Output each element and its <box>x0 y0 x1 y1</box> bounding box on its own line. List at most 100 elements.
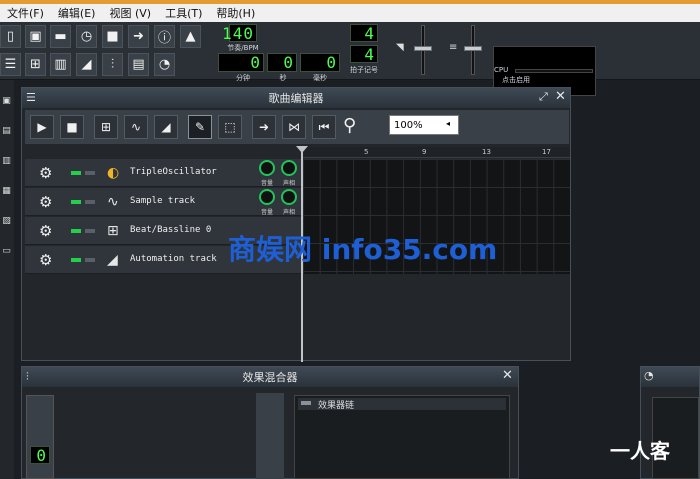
computer-icon[interactable]: ▭ <box>0 244 13 258</box>
info-button[interactable]: ⓘ <box>154 25 175 48</box>
time-signature-denominator[interactable]: 4 <box>350 45 378 64</box>
effects-chain-panel: 效果器链 <box>294 395 510 479</box>
solo-toggle[interactable] <box>85 258 95 262</box>
samples-icon[interactable]: ▥ <box>0 154 13 168</box>
close-icon[interactable]: ✕ <box>502 368 513 383</box>
waveform-icon: ∿ <box>107 194 119 210</box>
solo-toggle[interactable] <box>85 229 95 233</box>
song-editor-title: 歌曲编辑器 <box>268 92 324 105</box>
arrow-right-icon: ➜ <box>258 120 270 134</box>
volume-knob[interactable] <box>259 160 275 176</box>
menu-edit[interactable]: 编辑(E) <box>51 5 103 21</box>
maximize-icon[interactable]: ⤢ <box>539 90 548 104</box>
mute-toggle[interactable] <box>71 200 81 204</box>
stop-behaviour-button[interactable]: ⏮ <box>312 115 336 139</box>
export-icon: ➜ <box>133 29 144 44</box>
mute-toggle[interactable] <box>71 229 81 233</box>
export-button[interactable]: ➜ <box>128 25 149 48</box>
draw-mode-button[interactable]: ✎ <box>188 115 212 139</box>
channel-strip[interactable] <box>256 393 284 479</box>
zoom-select[interactable]: 100% ◂ <box>389 115 459 135</box>
stop-button[interactable]: ■ <box>60 115 84 139</box>
master-volume-handle[interactable] <box>414 46 432 51</box>
tempo-label: 节奏/BPM <box>227 44 259 52</box>
timeline-ruler[interactable]: 5 9 13 17 <box>302 147 570 158</box>
presets-icon[interactable]: ▦ <box>0 184 13 198</box>
piano-roll-toggle[interactable]: ▥ <box>50 53 71 76</box>
track-name[interactable]: Automation track <box>130 254 217 264</box>
playhead-marker[interactable] <box>296 146 308 153</box>
main-toolbar: ▯ ▣ ▬ ◷ ■ ➜ ⓘ ▲ ☰ ⊞ ▥ ◢ ⫶ ▤ ◔ 140 节奏/BPM… <box>0 22 700 96</box>
gear-icon[interactable]: ⚙ <box>39 222 52 240</box>
track-name[interactable]: Beat/Bassline 0 <box>130 225 211 235</box>
beat-bassline-toggle[interactable]: ⊞ <box>25 53 46 76</box>
volume-knob[interactable] <box>259 189 275 205</box>
solo-toggle[interactable] <box>85 200 95 204</box>
menu-view[interactable]: 视图 (V) <box>102 5 158 21</box>
new-project-button[interactable]: ▯ <box>0 25 21 48</box>
time-seconds-display: 0 <box>267 53 297 72</box>
projects-icon[interactable]: ▤ <box>0 124 13 138</box>
song-editor-toggle[interactable]: ☰ <box>0 53 21 76</box>
add-automation-track-button[interactable]: ◢ <box>154 115 178 139</box>
add-beat-bassline-button[interactable]: ⊞ <box>94 115 118 139</box>
save-button[interactable]: ■ <box>102 25 123 48</box>
menu-file[interactable]: 文件(F) <box>0 5 51 21</box>
auto-scroll-button[interactable]: ➜ <box>252 115 276 139</box>
cpu-meter <box>515 69 593 73</box>
track-row[interactable]: ⚙ ∿ Sample track 音量 声相 <box>25 188 302 216</box>
timeline-mark: 5 <box>364 148 369 156</box>
master-channel-strip[interactable]: 0 <box>26 395 54 479</box>
track-name[interactable]: Sample track <box>130 196 195 206</box>
home-folder-icon[interactable]: ▧ <box>0 214 13 228</box>
panning-knob[interactable] <box>281 160 297 176</box>
folder-icon: ▬ <box>54 29 67 44</box>
track-row[interactable]: ⚙ ◐ TripleOscillator 音量 声相 <box>25 159 302 187</box>
controller-knob-icon: ◔ <box>644 369 654 382</box>
automation-ramp-icon: ◢ <box>81 57 92 72</box>
controller-rack-toggle[interactable]: ◔ <box>154 53 175 76</box>
menu-help[interactable]: 帮助(H) <box>209 5 262 21</box>
effects-chain-toggle[interactable] <box>301 401 311 405</box>
instrument-plugins-icon[interactable]: ▣ <box>0 94 13 108</box>
solo-toggle[interactable] <box>85 171 95 175</box>
edit-mode-button[interactable]: ⬚ <box>218 115 242 139</box>
song-editor-icon: ☰ <box>4 57 17 72</box>
close-icon[interactable]: ✕ <box>555 89 566 104</box>
minutes-label: 分钟 <box>236 74 250 82</box>
cpu-label: CPU <box>494 66 509 74</box>
master-pitch-handle[interactable] <box>464 46 482 51</box>
gear-icon[interactable]: ⚙ <box>39 164 52 182</box>
add-sample-track-button[interactable]: ∿ <box>124 115 148 139</box>
triple-oscillator-icon: ◐ <box>107 165 120 181</box>
automation-editor-toggle[interactable]: ◢ <box>76 53 97 76</box>
time-signature-numerator[interactable]: 4 <box>350 24 378 43</box>
fx-mixer-title: 效果混合器 <box>242 371 298 384</box>
gear-icon[interactable]: ⚙ <box>39 251 52 269</box>
recent-projects-button[interactable]: ◷ <box>76 25 97 48</box>
loop-points-button[interactable]: ⋈ <box>282 115 306 139</box>
metronome-button[interactable]: ▲ <box>180 25 201 48</box>
tempo-display[interactable]: 140 <box>222 24 257 43</box>
selection-box-icon: ⬚ <box>224 120 236 134</box>
mute-toggle[interactable] <box>71 171 81 175</box>
notes-icon: ▤ <box>132 57 145 72</box>
gear-icon[interactable]: ⚙ <box>39 193 52 211</box>
mute-toggle[interactable] <box>71 258 81 262</box>
fx-mixer-toggle[interactable]: ⫶ <box>102 53 123 76</box>
controller-window-titlebar: ◔ <box>641 367 699 387</box>
timeline-mark: 13 <box>482 148 491 156</box>
time-signature-label: 拍子记号 <box>350 66 378 74</box>
menu-tools[interactable]: 工具(T) <box>158 5 209 21</box>
open-project-button[interactable]: ▬ <box>50 25 71 48</box>
project-notes-toggle[interactable]: ▤ <box>128 53 149 76</box>
play-button[interactable]: ▶ <box>30 115 54 139</box>
new-from-template-button[interactable]: ▣ <box>25 25 46 48</box>
clock-icon: ◷ <box>80 29 93 44</box>
mixer-icon: ⫶ <box>26 370 29 383</box>
mixer-icon: ⫶ <box>110 57 115 72</box>
track-name[interactable]: TripleOscillator <box>130 167 217 177</box>
panning-knob[interactable] <box>281 189 297 205</box>
channel-number-display: 0 <box>30 446 50 465</box>
automation-ramp-icon: ◢ <box>107 252 118 268</box>
